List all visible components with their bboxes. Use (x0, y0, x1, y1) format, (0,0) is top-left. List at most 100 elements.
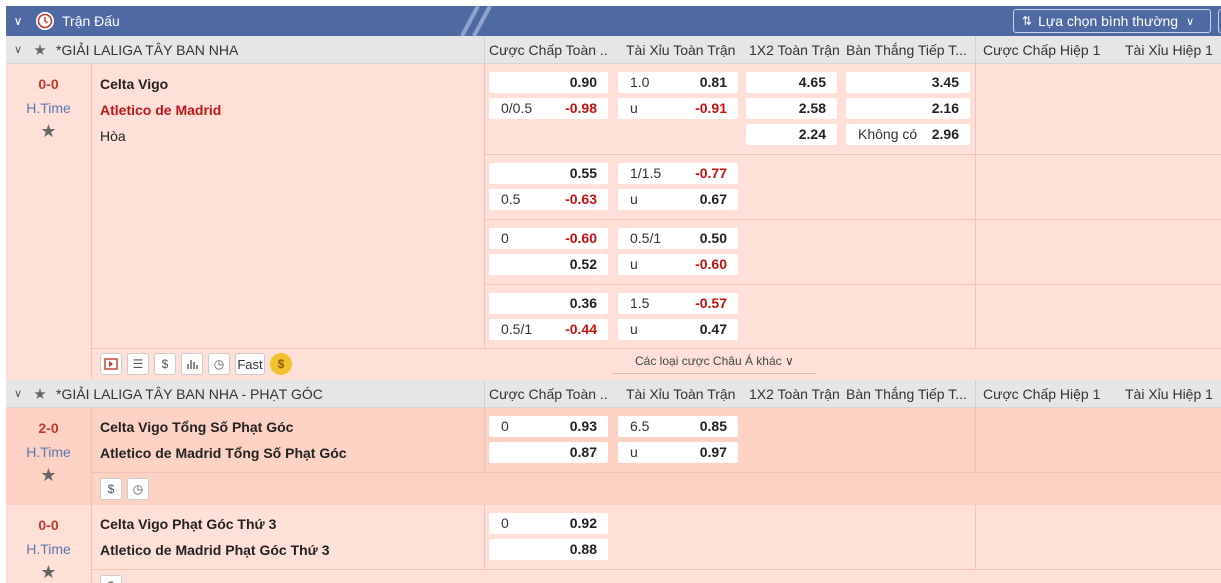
divider (484, 154, 1221, 155)
divider (484, 36, 485, 64)
chevron-down-icon[interactable]: ∨ (6, 14, 30, 28)
chevron-down-icon[interactable]: ∨ (6, 43, 30, 56)
home-team: Celta Vigo (100, 76, 169, 92)
over-odds[interactable]: 1.0 0.81 (618, 72, 738, 93)
odds-value: 2.96 (931, 126, 959, 142)
col-header-1x2: 1X2 Toàn Trận (749, 42, 840, 58)
handicap-line: 0.5 (501, 191, 521, 207)
match-score: 0-0 (38, 76, 59, 92)
under-odds[interactable]: u -0.60 (618, 254, 738, 275)
divider (484, 219, 1221, 220)
handicap-odds-home[interactable]: 0.36 (489, 293, 608, 314)
odds-value: 0.47 (699, 321, 727, 337)
match-row: 0-0 H.Time ★ Celta Vigo Phạt Góc Thứ 3 A… (6, 505, 1221, 583)
list-icon[interactable]: ☰ (127, 353, 149, 375)
divider (975, 408, 976, 472)
handicap-odds-away[interactable]: 0/0.5 -0.98 (489, 98, 608, 119)
handicap-odds-away[interactable]: 0.5 -0.63 (489, 189, 608, 210)
match-score: 0-0 (38, 517, 59, 533)
next-goal-none-odds[interactable]: Không có 2.96 (846, 124, 970, 145)
under-odds[interactable]: u 0.67 (618, 189, 738, 210)
total-line: 1/1.5 (630, 165, 662, 181)
under-odds[interactable]: u -0.91 (618, 98, 738, 119)
handicap-odds-away[interactable]: 0.87 (489, 442, 608, 463)
next-goal-home-odds[interactable]: 3.45 (846, 72, 970, 93)
league-name: *GIẢI LALIGA TÂY BAN NHA - PHẠT GÓC (56, 385, 323, 402)
total-line: u (630, 256, 638, 272)
match-tools: ☰ $ ◷ Fast $ (100, 353, 292, 375)
next-goal-away-odds[interactable]: 2.16 (846, 98, 970, 119)
more-asian-bets-toggle[interactable]: Các loại cược Châu Á khác ∨ (613, 350, 816, 374)
under-odds[interactable]: u 0.97 (618, 442, 738, 463)
over-odds[interactable]: 1/1.5 -0.77 (618, 163, 738, 184)
handicap-odds-away[interactable]: 0.5/1 -0.44 (489, 319, 608, 340)
col-header-over-under: Tài Xỉu Toàn Trận (626, 42, 736, 58)
odds-value: 2.16 (931, 100, 959, 116)
1x2-home-odds[interactable]: 4.65 (746, 72, 837, 93)
history-icon[interactable]: ◷ (127, 478, 149, 500)
1x2-away-odds[interactable]: 2.58 (746, 98, 837, 119)
favorite-star-icon[interactable]: ★ (6, 121, 91, 142)
over-odds[interactable]: 1.5 -0.57 (618, 293, 738, 314)
total-line: 0.5/1 (630, 230, 662, 246)
divider (91, 569, 1221, 570)
page-title: Trận Đấu (62, 13, 120, 29)
handicap-odds-home[interactable]: 0.90 (489, 72, 608, 93)
handicap-odds-home[interactable]: 0 0.92 (489, 513, 608, 534)
under-odds[interactable]: u 0.47 (618, 319, 738, 340)
next-goal-label: Không có (858, 126, 918, 142)
handicap-odds-home[interactable]: 0 -0.60 (489, 228, 608, 249)
handicap-odds-away[interactable]: 0.52 (489, 254, 608, 275)
fast-bet-button[interactable]: Fast (235, 353, 265, 375)
favorite-star-icon[interactable]: ★ (6, 562, 91, 583)
history-icon[interactable]: ◷ (208, 353, 230, 375)
match-status: H.Time (26, 444, 71, 460)
odds-value: -0.60 (565, 230, 597, 246)
col-header-h1-over-under: Tài Xỉu Hiệp 1 (1125, 386, 1213, 402)
star-icon[interactable]: ★ (30, 41, 50, 59)
odds-value: 0.90 (569, 74, 597, 90)
over-odds[interactable]: 6.5 0.85 (618, 416, 738, 437)
league-header[interactable]: ∨ ★ *GIẢI LALIGA TÂY BAN NHA - PHẠT GÓC … (6, 380, 1221, 408)
filter-icon: ⇅ (1022, 14, 1033, 28)
total-line: u (630, 191, 638, 207)
divider (484, 505, 485, 569)
stats-icon[interactable] (181, 353, 203, 375)
odds-value: -0.60 (695, 256, 727, 272)
league-header[interactable]: ∨ ★ *GIẢI LALIGA TÂY BAN NHA Cược Chấp T… (6, 36, 1221, 64)
match-tools: $ (100, 575, 122, 583)
over-odds[interactable]: 0.5/1 0.50 (618, 228, 738, 249)
handicap-line: 0/0.5 (501, 100, 533, 116)
col-header-h1-over-under: Tài Xỉu Hiệp 1 (1125, 42, 1213, 58)
divider (975, 64, 976, 348)
odds-value: 0.97 (699, 444, 727, 460)
odds-view-selector[interactable]: ⇅ Lựa chọn bình thường ∨ (1013, 9, 1211, 33)
star-icon[interactable]: ★ (30, 385, 50, 403)
dollar-icon[interactable]: $ (100, 575, 122, 583)
chevron-down-icon[interactable]: ∨ (6, 387, 30, 400)
odds-value: 0.85 (699, 418, 727, 434)
odds-value: 0.93 (569, 418, 597, 434)
cashout-coin-icon[interactable]: $ (270, 353, 292, 375)
odds-value: -0.44 (565, 321, 597, 337)
1x2-draw-odds[interactable]: 2.24 (746, 124, 837, 145)
home-team: Celta Vigo Phạt Góc Thứ 3 (100, 516, 277, 532)
odds-value: 3.45 (931, 74, 959, 90)
match-tools: $ ◷ (100, 478, 149, 500)
handicap-odds-home[interactable]: 0 0.93 (489, 416, 608, 437)
live-stream-icon[interactable] (100, 353, 122, 375)
away-team: Atletico de Madrid (100, 102, 222, 118)
dollar-icon[interactable]: $ (154, 353, 176, 375)
match-status: H.Time (26, 541, 71, 557)
league-name: *GIẢI LALIGA TÂY BAN NHA (56, 41, 239, 58)
col-header-next-goal: Bàn Thắng Tiếp T... (846, 386, 967, 402)
handicap-odds-home[interactable]: 0.55 (489, 163, 608, 184)
odds-value: 0.92 (569, 515, 597, 531)
handicap-line: 0 (501, 515, 509, 531)
favorite-star-icon[interactable]: ★ (6, 465, 91, 486)
clock-icon (36, 12, 54, 30)
handicap-odds-away[interactable]: 0.88 (489, 539, 608, 560)
total-line: 1.5 (630, 295, 650, 311)
dollar-icon[interactable]: $ (100, 478, 122, 500)
col-header-handicap: Cược Chấp Toàn ... (489, 386, 607, 402)
